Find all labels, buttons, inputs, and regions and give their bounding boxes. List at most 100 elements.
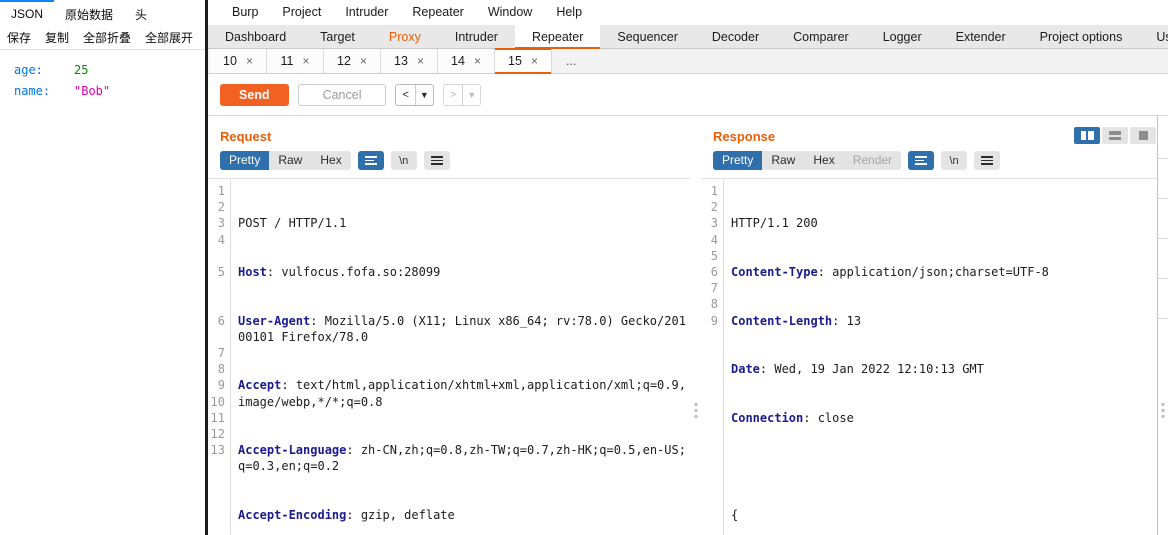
tab-extender[interactable]: Extender [939,25,1023,48]
response-word-wrap-button[interactable] [908,151,935,170]
layout-single-button[interactable] [1130,127,1156,144]
response-newline-button[interactable]: \n [941,151,968,170]
response-editor[interactable]: 1 2 3 4 5 6 7 8 9 HTTP/1.1 200 Content-T… [701,178,1168,535]
tab-headers[interactable]: 头 [124,0,158,26]
repeater-tab-15[interactable]: 15 × [495,48,552,74]
repeater-tab-11[interactable]: 11 × [267,49,324,73]
go-back-button[interactable]: < ▼ [395,83,434,106]
response-right-rail[interactable] [1157,116,1168,535]
send-button[interactable]: Send [220,83,289,106]
pane-splitter[interactable] [690,116,701,535]
menu-repeater[interactable]: Repeater [400,0,475,25]
back-arrow-icon: < [402,88,409,101]
tab-project-options[interactable]: Project options [1023,25,1140,48]
tab-comparer[interactable]: Comparer [776,25,866,48]
copy-button[interactable]: 复制 [38,26,76,50]
request-view-selector: Pretty Raw Hex [220,151,351,170]
repeater-tab-bar: 10 × 11 × 12 × 13 × 14 × 15 × ... [208,48,1168,74]
response-line-4: Date: Wed, 19 Jan 2022 12:10:13 GMT [731,362,984,377]
response-line-5: Connection: close [731,410,854,425]
request-view-pretty[interactable]: Pretty [220,151,270,170]
cancel-button[interactable]: Cancel [297,83,387,106]
response-view-raw[interactable]: Raw [762,151,804,170]
layout-side-by-side-icon [1080,131,1094,140]
response-menu-button[interactable] [974,151,1001,170]
app-window: JSON 原始数据 头 保存 复制 全部折叠 全部展开 过 age: 25 na… [0,0,1168,535]
request-line-3: User-Agent: Mozilla/5.0 (X11; Linux x86_… [238,313,686,344]
header-value-date: Wed, 19 Jan 2022 12:10:13 GMT [774,362,984,377]
header-value-connection: close [817,410,854,425]
repeater-tab-10[interactable]: 10 × [210,49,267,73]
tab-logger[interactable]: Logger [866,25,939,48]
tab-proxy[interactable]: Proxy [372,25,438,48]
close-icon[interactable]: × [302,54,309,68]
go-forward-button[interactable]: > ▼ [442,83,482,106]
save-button[interactable]: 保存 [0,26,38,50]
repeater-tab-12-label: 12 [337,54,351,68]
close-icon[interactable]: × [417,54,424,68]
menu-bar: Burp Project Intruder Repeater Window He… [208,0,1168,25]
layout-stacked-button[interactable] [1102,127,1128,144]
menu-project[interactable]: Project [270,0,333,25]
close-icon[interactable]: × [531,54,538,68]
response-view-hex[interactable]: Hex [804,151,843,170]
close-icon[interactable]: × [246,54,253,68]
tab-sequencer[interactable]: Sequencer [600,25,694,48]
menu-burp[interactable]: Burp [220,0,270,25]
layout-single-icon [1138,131,1148,140]
response-view-render: Render [852,153,893,167]
request-view-hex[interactable]: Hex [311,151,350,170]
tab-json[interactable]: JSON [0,0,55,26]
response-view-pretty[interactable]: Pretty [713,151,763,170]
header-value-accept-encoding: gzip, deflate [360,508,455,523]
response-code[interactable]: HTTP/1.1 200 Content-Type: application/j… [723,179,1168,535]
repeater-tab-12[interactable]: 12 × [324,49,381,73]
layout-toggle-group [1074,127,1156,144]
tab-intruder[interactable]: Intruder [438,25,515,48]
collapse-all-button[interactable]: 全部折叠 [76,26,138,50]
burp-suite-window: Burp Project Intruder Repeater Window He… [208,0,1168,535]
close-icon[interactable]: × [474,54,481,68]
layout-side-by-side-button[interactable] [1074,127,1100,144]
request-code[interactable]: POST / HTTP/1.1 Host: vulfocus.fofa.so:2… [230,179,690,535]
tab-raw-data[interactable]: 原始数据 [54,0,124,26]
expand-all-button[interactable]: 全部展开 [138,26,200,50]
chevron-down-icon[interactable]: ▼ [416,85,433,105]
header-name-accept-language: Accept-Language [238,443,347,458]
header-name-date: Date [731,362,760,377]
chevron-down-icon[interactable]: ▼ [463,85,480,105]
request-line-6: Accept-Encoding: gzip, deflate [238,508,455,523]
request-line-1: POST / HTTP/1.1 [238,215,690,231]
close-icon[interactable]: × [360,54,367,68]
header-name-accept-encoding: Accept-Encoding [238,508,347,523]
tab-user-options[interactable]: User options [1139,25,1168,48]
request-line-2: Host: vulfocus.fofa.so:28099 [238,265,441,280]
json-value-age: 25 [74,63,89,77]
repeater-tab-13-label: 13 [394,54,408,68]
json-row-name[interactable]: name: "Bob" [0,81,205,102]
tab-dashboard[interactable]: Dashboard [208,25,303,48]
tab-repeater[interactable]: Repeater [514,25,601,49]
repeater-tab-13[interactable]: 13 × [381,49,438,73]
repeater-tab-overflow[interactable]: ... [552,49,590,73]
tab-target[interactable]: Target [303,25,372,48]
request-newline-button[interactable]: \n [390,151,417,170]
request-menu-button[interactable] [423,151,450,170]
menu-window[interactable]: Window [476,0,544,25]
repeater-tab-14[interactable]: 14 × [438,49,495,73]
response-line-numbers: 1 2 3 4 5 6 7 8 9 [701,179,723,535]
response-format-bar: Pretty Raw Hex Render \n [701,151,1168,178]
json-row-age[interactable]: age: 25 [0,60,205,81]
header-name-connection: Connection [731,410,804,425]
menu-help[interactable]: Help [544,0,594,25]
request-editor[interactable]: 1 2 3 4 5 6 7 8 9 10 11 12 13 POST / HTT… [208,178,690,535]
request-line-4: Accept: text/html,application/xhtml+xml,… [238,378,686,409]
repeater-tab-10-label: 10 [223,54,237,68]
menu-intruder[interactable]: Intruder [333,0,400,25]
request-word-wrap-button[interactable] [357,151,384,170]
tab-decoder[interactable]: Decoder [695,25,776,48]
repeater-tab-14-label: 14 [451,54,465,68]
request-view-raw[interactable]: Raw [269,151,311,170]
forward-arrow-icon: > [449,88,457,101]
firefox-json-viewer-panel: JSON 原始数据 头 保存 复制 全部折叠 全部展开 过 age: 25 na… [0,0,208,535]
